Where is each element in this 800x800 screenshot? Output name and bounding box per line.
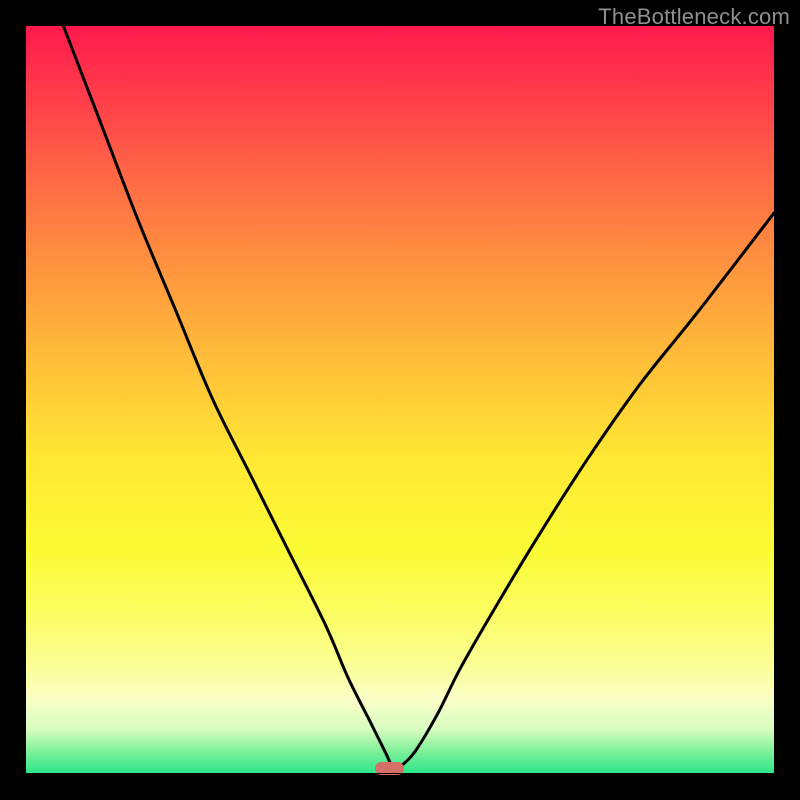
- x-axis-line: [26, 773, 774, 774]
- plot-area: [26, 26, 774, 774]
- bottleneck-curve: [26, 26, 774, 774]
- chart-frame: TheBottleneck.com: [0, 0, 800, 800]
